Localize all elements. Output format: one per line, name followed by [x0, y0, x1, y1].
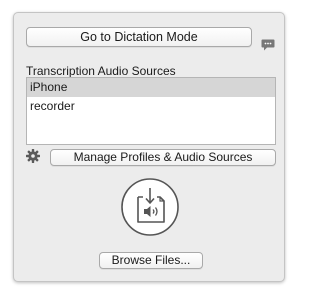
speech-bubble-icon[interactable] — [261, 39, 275, 51]
list-item-iphone[interactable]: iPhone — [27, 78, 275, 97]
audio-file-import-icon[interactable] — [120, 177, 180, 237]
list-item-recorder[interactable]: recorder — [27, 97, 275, 116]
gear-icon[interactable] — [26, 149, 40, 163]
audio-sources-list[interactable]: iPhone recorder — [26, 77, 276, 145]
manage-profiles-button[interactable]: Manage Profiles & Audio Sources — [50, 149, 276, 166]
browse-files-button[interactable]: Browse Files... — [99, 252, 203, 269]
transcription-audio-sources-label: Transcription Audio Sources — [26, 64, 176, 78]
main-panel: Go to Dictation Mode Transcription Audio… — [13, 12, 285, 282]
go-to-dictation-mode-button[interactable]: Go to Dictation Mode — [26, 27, 252, 47]
